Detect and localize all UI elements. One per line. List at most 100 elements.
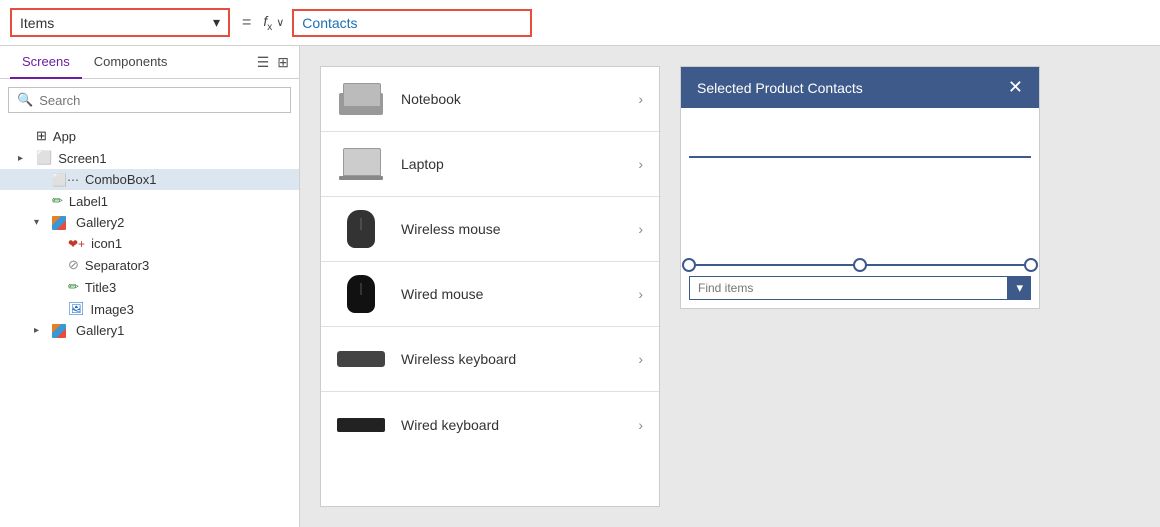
- item-name-notebook: Notebook: [401, 91, 622, 107]
- item-name-wiredmouse: Wired mouse: [401, 286, 622, 302]
- tree-item-app[interactable]: ⊞ App: [0, 125, 299, 147]
- panel-title: Selected Product Contacts: [697, 80, 863, 96]
- fx-chevron-icon[interactable]: ∨: [276, 16, 284, 29]
- list-item[interactable]: Laptop ›: [321, 132, 659, 197]
- list-item[interactable]: Wired keyboard ›: [321, 392, 659, 457]
- item-image-laptop: [337, 144, 385, 184]
- list-item[interactable]: Wireless keyboard ›: [321, 327, 659, 392]
- sidebar-tabs: Screens Components ☰ ⊞: [0, 46, 299, 79]
- items-property-box[interactable]: Items ▾: [10, 8, 230, 37]
- tree-item-icon1[interactable]: ❤+ icon1: [0, 233, 299, 254]
- scroll-track: [689, 264, 1031, 266]
- tree-label-icon1: icon1: [91, 236, 122, 251]
- item-image-wmouse: [337, 209, 385, 249]
- panel-search-input[interactable]: [689, 276, 1008, 300]
- item-image-wiredmouse: [337, 274, 385, 314]
- item-image-wkeyboard: [337, 339, 385, 379]
- tree-label-screen1: Screen1: [58, 151, 106, 166]
- tree-label-app: App: [53, 129, 76, 144]
- expand-icon-screen1[interactable]: ▸: [18, 153, 30, 164]
- image-icon: 🖼: [68, 301, 85, 317]
- top-bar: Items ▾ = fx ∨ Contacts: [0, 0, 1160, 46]
- panel-underline: [689, 156, 1031, 158]
- tree-label-separator3: Separator3: [85, 258, 149, 273]
- panel-body: ▾: [681, 108, 1039, 308]
- tree-label-image3: Image3: [91, 302, 134, 317]
- content-area: Notebook › Laptop › Wireless mouse ›: [300, 46, 1160, 527]
- item-name-wiredkeyboard: Wired keyboard: [401, 417, 622, 433]
- scroll-handle-left[interactable]: [682, 258, 696, 272]
- items-label: Items: [20, 15, 54, 31]
- equals-sign: =: [238, 14, 255, 32]
- gallery-list: Notebook › Laptop › Wireless mouse ›: [320, 66, 660, 507]
- tree-label-title3: Title3: [85, 280, 116, 295]
- scroll-handle-right[interactable]: [1024, 258, 1038, 272]
- tree-item-gallery2[interactable]: ▾ Gallery2: [0, 212, 299, 233]
- label-icon: ✏: [52, 193, 63, 209]
- expand-icon-gallery1[interactable]: ▸: [34, 325, 46, 336]
- tree-item-combobox1[interactable]: ⬜⋯ ComboBox1: [0, 169, 299, 190]
- item-name-wmouse: Wireless mouse: [401, 221, 622, 237]
- list-item[interactable]: Notebook ›: [321, 67, 659, 132]
- gallery1-icon: [52, 324, 66, 338]
- gallery-icon: [52, 216, 66, 230]
- tree-label-label1: Label1: [69, 194, 108, 209]
- screen-icon: ⬜: [36, 150, 52, 166]
- tree-label-gallery1: Gallery1: [76, 323, 124, 338]
- tree-item-separator3[interactable]: ⊘ Separator3: [0, 254, 299, 276]
- list-item[interactable]: Wireless mouse ›: [321, 197, 659, 262]
- list-item-chevron: ›: [638, 156, 643, 172]
- app-icon: ⊞: [36, 128, 47, 144]
- list-item-chevron: ›: [638, 417, 643, 433]
- scroll-handle-middle[interactable]: [853, 258, 867, 272]
- panel-close-button[interactable]: ✕: [1008, 77, 1023, 98]
- tab-components[interactable]: Components: [82, 46, 180, 79]
- tree-item-image3[interactable]: 🖼 Image3: [0, 298, 299, 320]
- wiredmouse-image: [347, 275, 375, 313]
- separator-icon: ⊘: [68, 257, 79, 273]
- tree-label-gallery2: Gallery2: [76, 215, 124, 230]
- tree-item-gallery1[interactable]: ▸ Gallery1: [0, 320, 299, 341]
- wiredkeyboard-image: [337, 418, 385, 432]
- formula-box[interactable]: Contacts: [292, 9, 532, 37]
- item-name-laptop: Laptop: [401, 156, 622, 172]
- tree-item-label1[interactable]: ✏ Label1: [0, 190, 299, 212]
- expand-icon-gallery2[interactable]: ▾: [34, 217, 46, 228]
- title-icon: ✏: [68, 279, 79, 295]
- scroll-handles-row: [689, 264, 1031, 266]
- fx-label: fx: [263, 13, 272, 33]
- formula-value: Contacts: [302, 15, 357, 31]
- laptop-image: [339, 148, 383, 180]
- combobox-icon: ⬜⋯: [52, 173, 79, 187]
- panel-search-button[interactable]: ▾: [1008, 276, 1031, 300]
- grid-view-icon[interactable]: ⊞: [277, 54, 289, 71]
- icon1-icon: ❤+: [68, 237, 85, 251]
- wkeyboard-image: [337, 351, 385, 367]
- item-image-wiredkeyboard: [337, 405, 385, 445]
- tree-label-combobox1: ComboBox1: [85, 172, 157, 187]
- selected-product-panel: Selected Product Contacts ✕ ▾: [680, 66, 1040, 309]
- list-item[interactable]: Wired mouse ›: [321, 262, 659, 327]
- tab-screens[interactable]: Screens: [10, 46, 82, 79]
- search-input[interactable]: [39, 93, 282, 108]
- items-chevron-icon[interactable]: ▾: [213, 14, 220, 31]
- notebook-image: [339, 83, 383, 115]
- wmouse-image: [347, 210, 375, 248]
- panel-search-row: ▾: [689, 276, 1031, 300]
- main-layout: Screens Components ☰ ⊞ 🔍 ⊞ App: [0, 46, 1160, 527]
- panel-header: Selected Product Contacts ✕: [681, 67, 1039, 108]
- list-item-chevron: ›: [638, 221, 643, 237]
- tree-item-screen1[interactable]: ▸ ⬜ Screen1: [0, 147, 299, 169]
- search-icon: 🔍: [17, 92, 33, 108]
- fx-area: fx ∨: [263, 13, 284, 33]
- list-item-chevron: ›: [638, 351, 643, 367]
- tree-view: ⊞ App ▸ ⬜ Screen1 ⬜⋯ ComboBox1 ✏: [0, 121, 299, 527]
- search-box: 🔍: [8, 87, 291, 113]
- sidebar: Screens Components ☰ ⊞ 🔍 ⊞ App: [0, 46, 300, 527]
- tree-item-title3[interactable]: ✏ Title3: [0, 276, 299, 298]
- item-name-wkeyboard: Wireless keyboard: [401, 351, 622, 367]
- list-item-chevron: ›: [638, 91, 643, 107]
- item-image-notebook: [337, 79, 385, 119]
- sidebar-tab-icon-group: ☰ ⊞: [257, 46, 289, 78]
- list-view-icon[interactable]: ☰: [257, 54, 270, 71]
